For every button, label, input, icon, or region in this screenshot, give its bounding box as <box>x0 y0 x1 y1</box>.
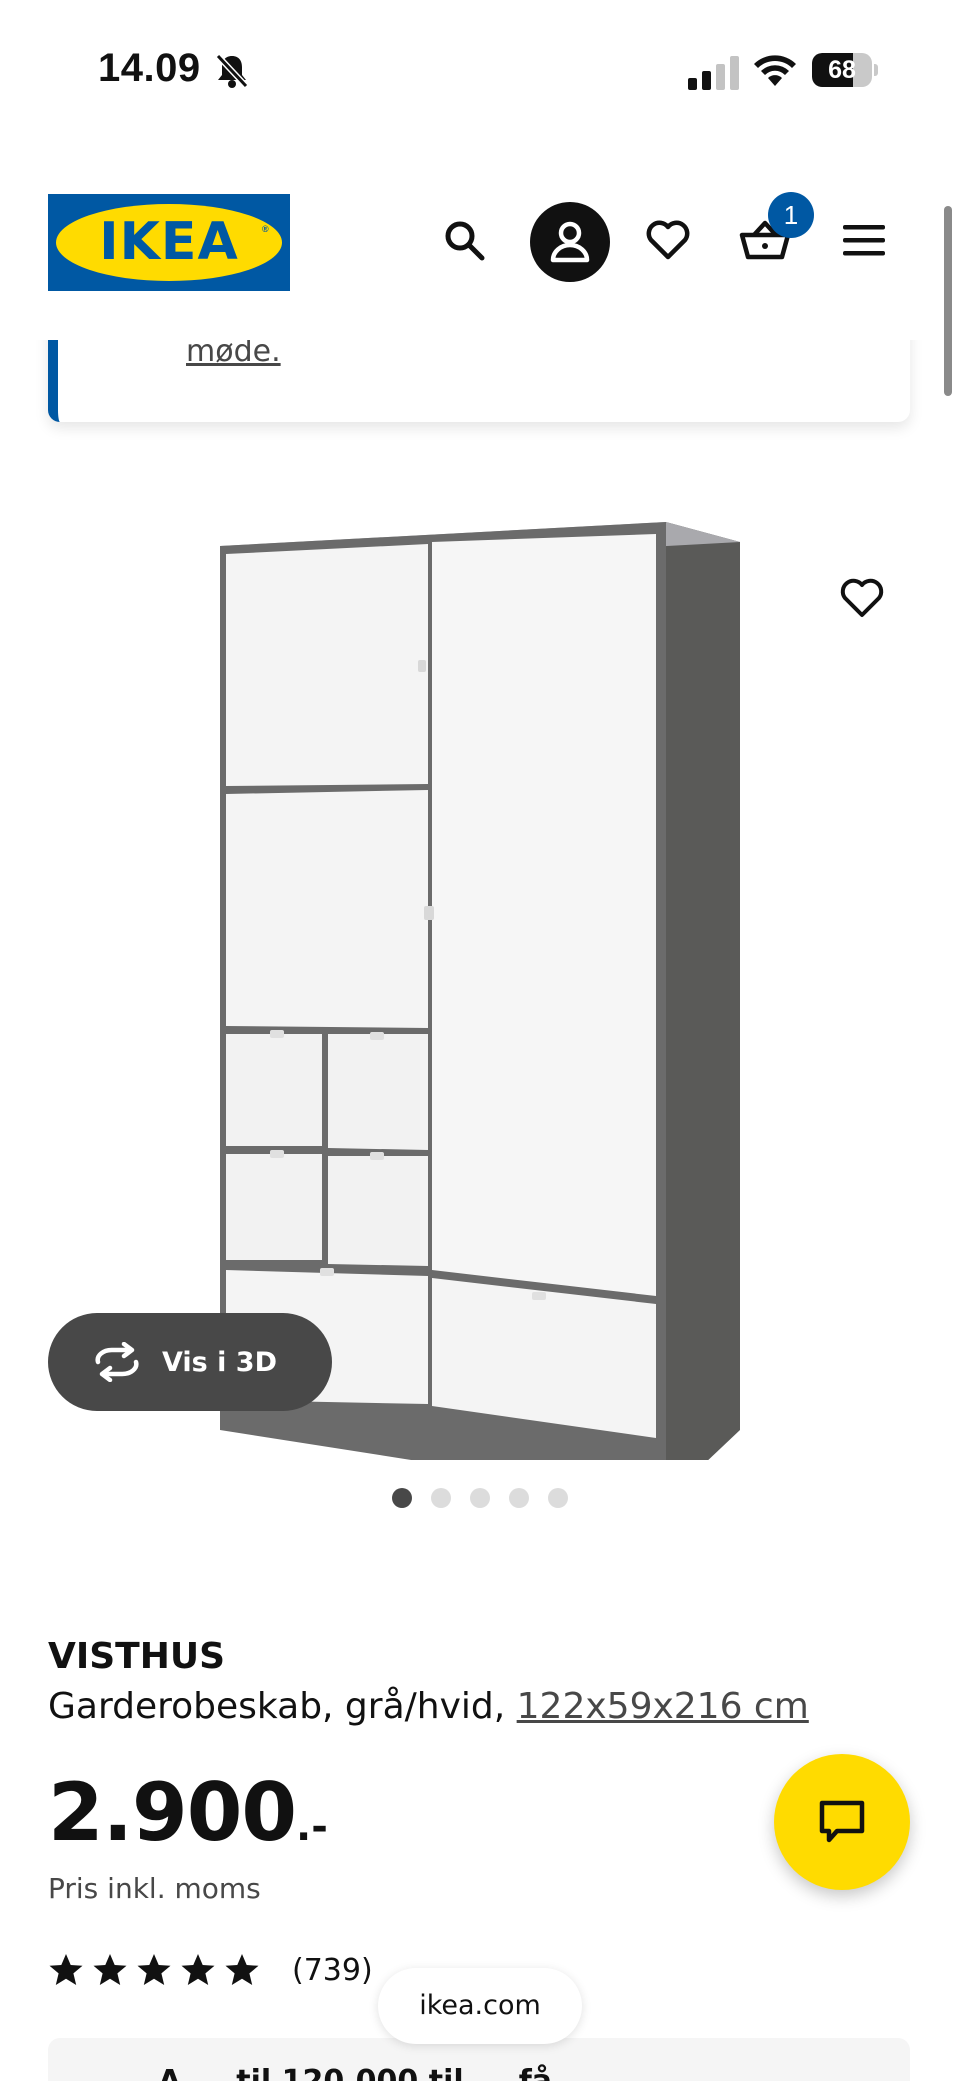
hamburger-menu-icon <box>843 225 885 256</box>
pagination-dot[interactable] <box>470 1488 490 1508</box>
product-name: VISTHUS <box>48 1636 226 1677</box>
profile-button[interactable] <box>530 202 610 282</box>
view-3d-button[interactable]: Vis i 3D <box>48 1313 332 1411</box>
star-icon <box>225 1954 259 1985</box>
review-count: (739) <box>292 1952 373 1988</box>
battery-tip <box>874 64 878 76</box>
heart-icon <box>840 578 884 617</box>
site-header: IKEA ® 1 <box>0 140 960 340</box>
product-measurements-link[interactable]: 122x59x216 cm <box>517 1686 809 1727</box>
product-wishlist-button[interactable] <box>832 570 892 626</box>
star-icon <box>181 1954 215 1985</box>
pagination-dot[interactable] <box>392 1488 412 1508</box>
product-description: Garderobeskab, grå/hvid, 122x59x216 cm <box>48 1686 809 1727</box>
star-icon <box>49 1954 83 1985</box>
image-pagination <box>392 1488 568 1508</box>
bell-muted-icon <box>215 53 249 89</box>
page-scrollbar[interactable] <box>944 206 952 396</box>
pagination-dot[interactable] <box>509 1488 529 1508</box>
menu-button[interactable] <box>836 212 892 268</box>
chat-bubble-icon <box>819 1800 865 1843</box>
status-time: 14.09 <box>98 46 201 90</box>
pagination-dot[interactable] <box>548 1488 568 1508</box>
price-note: Pris inkl. moms <box>48 1872 261 1905</box>
logo-text: IKEA <box>99 212 239 272</box>
cart-count-badge: 1 <box>768 192 814 238</box>
wishlist-button[interactable] <box>640 212 696 268</box>
search-icon <box>445 221 485 261</box>
star-icon <box>137 1954 171 1985</box>
star-icon <box>93 1954 127 1985</box>
price-amount: 2.900 <box>48 1766 297 1859</box>
user-icon <box>550 221 590 263</box>
battery-level: 68 <box>828 56 856 84</box>
price-suffix: .- <box>296 1804 328 1850</box>
promo-strip: A ... til 120.000 til ... få <box>48 2038 910 2081</box>
wifi-icon <box>754 55 796 86</box>
search-button[interactable] <box>442 212 486 268</box>
status-bar: 14.09 68 <box>0 0 960 140</box>
rating-stars <box>48 1952 268 1988</box>
promo-text: A ... til 120.000 til ... få <box>158 2064 552 2081</box>
battery-indicator: 68 <box>812 53 878 87</box>
registered-mark: ® <box>262 224 269 234</box>
product-image[interactable] <box>0 470 960 1460</box>
product-type-text: Garderobeskab, grå/hvid, <box>48 1686 517 1727</box>
product-rating[interactable]: (739) <box>48 1950 373 1990</box>
view-3d-label: Vis i 3D <box>162 1346 278 1378</box>
heart-icon <box>646 220 690 260</box>
pagination-dot[interactable] <box>431 1488 451 1508</box>
product-price: 2.900.- <box>48 1766 328 1859</box>
chat-button[interactable] <box>774 1754 910 1890</box>
browser-url-pill[interactable]: ikea.com <box>378 1968 582 2044</box>
cellular-signal-icon <box>688 56 739 90</box>
rotate-3d-icon <box>95 1342 139 1382</box>
ikea-logo[interactable]: IKEA ® <box>48 194 290 291</box>
